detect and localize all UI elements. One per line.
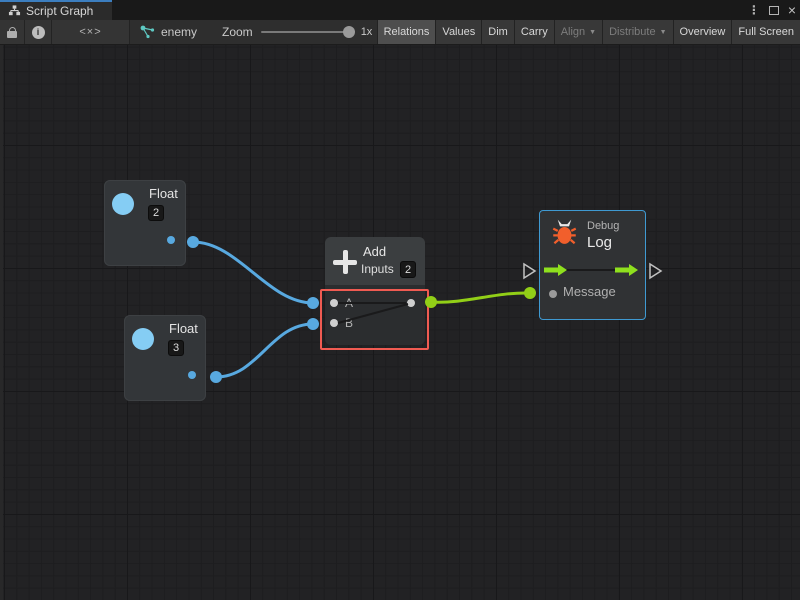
tab-title: Script Graph bbox=[26, 4, 93, 18]
float-icon bbox=[132, 328, 154, 350]
add-node-header[interactable]: Add Inputs 2 bbox=[325, 237, 425, 285]
float-value-field[interactable]: 3 bbox=[168, 340, 184, 356]
overview-button[interactable]: Overview bbox=[673, 20, 732, 44]
message-input-port[interactable] bbox=[549, 290, 557, 298]
script-graph-icon bbox=[8, 5, 21, 17]
node-title: Float bbox=[149, 186, 178, 201]
node-title: Log bbox=[587, 234, 612, 251]
float2-output-port[interactable] bbox=[188, 371, 196, 379]
align-dropdown[interactable]: Align ▼ bbox=[554, 20, 602, 44]
edit-graph-button[interactable]: <×> bbox=[52, 20, 130, 44]
node-title: Float bbox=[169, 321, 198, 336]
wire-endpoint bbox=[187, 236, 199, 248]
lock-button[interactable] bbox=[0, 20, 25, 44]
float1-output-port[interactable] bbox=[167, 236, 175, 244]
wire-endpoint bbox=[307, 318, 319, 330]
tab-bar: Script Graph ⋮ × bbox=[0, 0, 800, 20]
debug-log-node[interactable]: Debug Log Message bbox=[539, 210, 646, 320]
graph-canvas[interactable]: Float 2 Float 3 Add Inputs 2 A B bbox=[0, 45, 800, 600]
wire-float1-to-add-a[interactable] bbox=[193, 242, 313, 303]
float-value-field[interactable]: 2 bbox=[148, 205, 164, 221]
zoom-slider-handle[interactable] bbox=[343, 26, 355, 38]
window-menu-icon[interactable]: ⋮ bbox=[748, 0, 760, 20]
dim-button[interactable]: Dim bbox=[481, 20, 514, 44]
carry-button[interactable]: Carry bbox=[514, 20, 554, 44]
zoom-slider[interactable] bbox=[261, 31, 353, 33]
ports-highlight-box bbox=[320, 289, 429, 350]
info-icon: i bbox=[32, 26, 45, 39]
debug-bug-icon bbox=[551, 218, 578, 246]
inputs-label: Inputs bbox=[361, 262, 394, 276]
zoom-label: Zoom bbox=[222, 25, 253, 39]
fullscreen-button[interactable]: Full Screen bbox=[731, 20, 800, 44]
graph-toolbar: i <×> enemy Zoom 1x Relations Values Dim bbox=[0, 20, 800, 45]
window-controls: ⋮ × bbox=[748, 0, 796, 20]
graph-icon bbox=[140, 25, 155, 39]
zoom-control: Zoom 1x bbox=[222, 20, 372, 44]
wire-endpoint bbox=[307, 297, 319, 309]
wire-float2-to-add-b[interactable] bbox=[216, 324, 313, 377]
chevron-down-icon: ▼ bbox=[589, 29, 596, 36]
values-button[interactable]: Values bbox=[435, 20, 481, 44]
maximize-icon[interactable] bbox=[769, 6, 779, 15]
close-icon[interactable]: × bbox=[788, 1, 796, 19]
toolbar-buttons: Relations Values Dim Carry Align ▼ Distr… bbox=[377, 20, 800, 44]
chevron-down-icon: ▼ bbox=[660, 29, 667, 36]
float-icon bbox=[112, 193, 134, 215]
wire-endpoint bbox=[210, 371, 222, 383]
control-output-port[interactable] bbox=[650, 264, 661, 278]
message-label: Message bbox=[563, 284, 616, 299]
info-button[interactable]: i bbox=[25, 20, 52, 44]
distribute-dropdown[interactable]: Distribute ▼ bbox=[602, 20, 672, 44]
node-category: Debug bbox=[587, 220, 619, 232]
graph-reference[interactable]: enemy bbox=[140, 20, 197, 44]
control-input-port[interactable] bbox=[524, 264, 535, 278]
relations-button[interactable]: Relations bbox=[377, 20, 436, 44]
wire-add-to-debug[interactable] bbox=[431, 293, 530, 302]
add-icon bbox=[333, 250, 357, 274]
tab-script-graph[interactable]: Script Graph bbox=[0, 0, 112, 20]
graph-name: enemy bbox=[161, 25, 197, 39]
node-title: Add bbox=[363, 244, 386, 259]
zoom-value: 1x bbox=[361, 26, 373, 38]
inputs-count-field[interactable]: 2 bbox=[400, 261, 416, 278]
ports-icon: <×> bbox=[79, 26, 101, 38]
lock-icon bbox=[7, 27, 17, 38]
float-node-2[interactable]: Float 3 bbox=[124, 315, 206, 401]
script-graph-window: Script Graph ⋮ × i <×> enemy bbox=[0, 0, 800, 600]
wire-endpoint bbox=[524, 287, 536, 299]
float-node-1[interactable]: Float 2 bbox=[104, 180, 186, 266]
